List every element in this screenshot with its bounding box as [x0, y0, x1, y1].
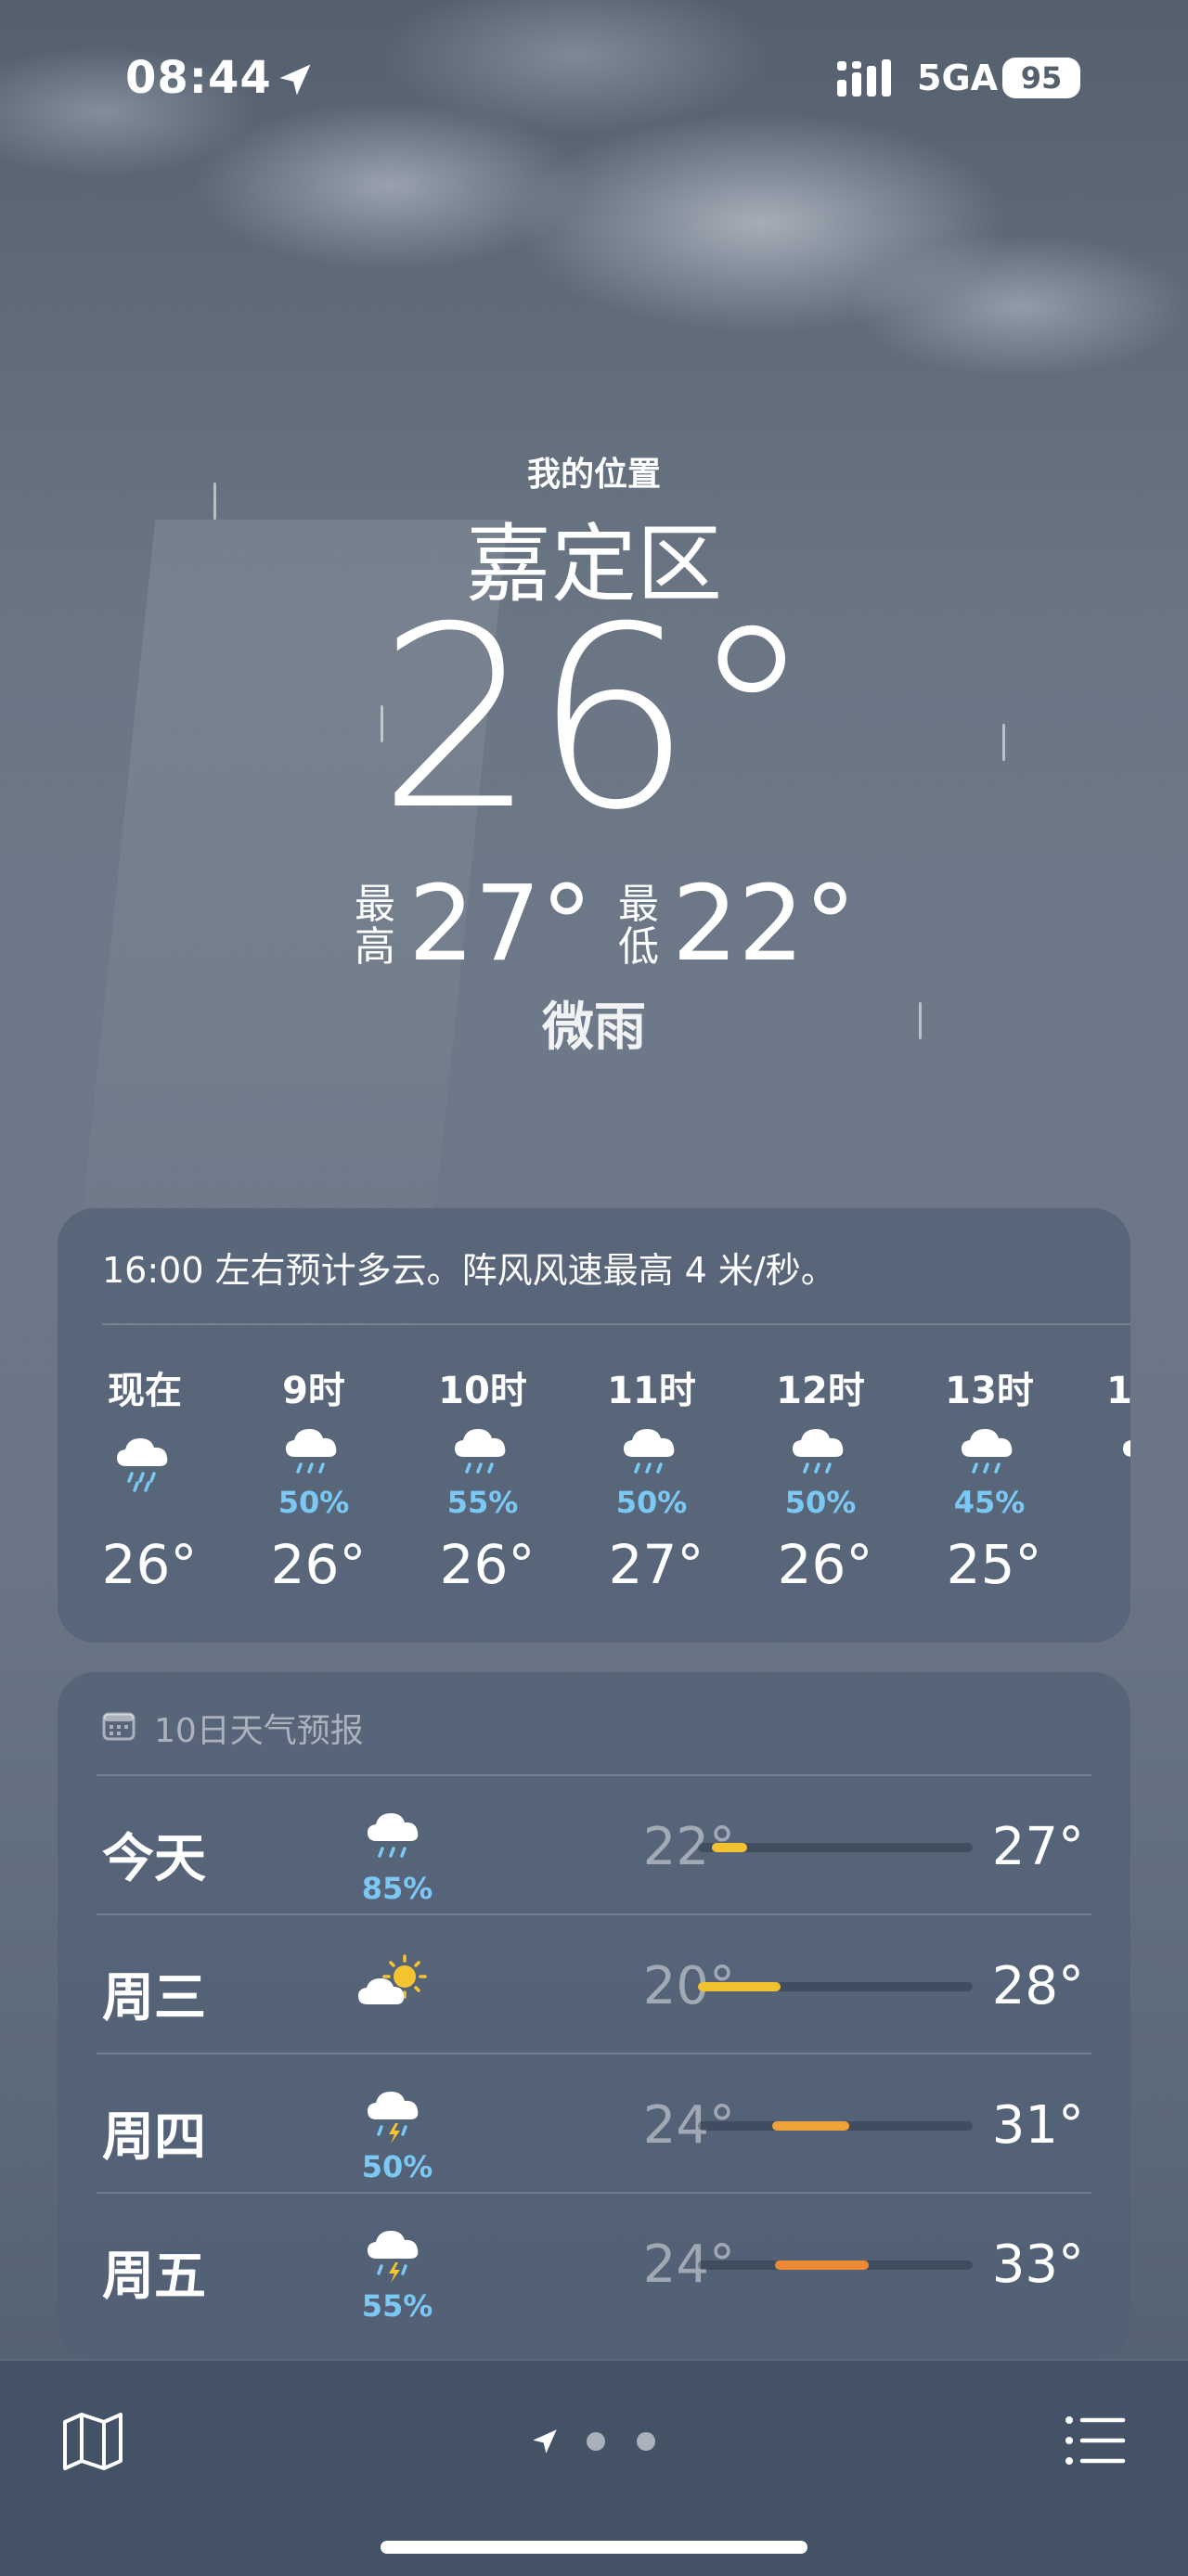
location-arrow-icon: [533, 2429, 557, 2454]
hour-temperature: 25°: [946, 1533, 1042, 1596]
hour-label: 14时: [1106, 1370, 1130, 1412]
divider: [102, 1323, 1130, 1325]
precip-chance: 50%: [615, 1485, 688, 1520]
precip-chance: 55%: [446, 1485, 519, 1520]
hour-temperature: 26°: [270, 1533, 367, 1596]
temperature-range-fill: [698, 1982, 781, 1991]
high-temperature: 27°: [408, 864, 593, 985]
daily-row: 今天 85% 22° 27°: [58, 1774, 1130, 1913]
temperature-range-fill: [774, 2260, 869, 2270]
hour-label: 11时: [607, 1370, 696, 1412]
precip-chance: 50%: [278, 1485, 350, 1520]
page-dot[interactable]: [587, 2432, 605, 2451]
low-temperature: 22°: [672, 864, 857, 985]
daily-row: 周五 55% 24° 33°: [58, 2192, 1130, 2331]
divider: [97, 1913, 1091, 1915]
divider: [97, 2192, 1091, 2194]
weather-condition: 微雨: [542, 998, 646, 1058]
home-indicator: [381, 2541, 807, 2554]
precip-chance: 50%: [361, 2149, 433, 2184]
rain-cloud-icon: [368, 1813, 419, 1858]
temperature-range-fill: [771, 2121, 849, 2131]
temperature-range-bar: [698, 1982, 973, 1991]
daily-row: 周四 50% 24° 31°: [58, 2053, 1130, 2192]
day-label: 周四: [102, 2107, 206, 2168]
high-temp: 33°: [991, 2235, 1084, 2295]
location-arrow-icon: [279, 64, 311, 96]
low-label: 最低: [618, 881, 659, 971]
divider: [97, 2053, 1091, 2054]
hour-temperature: 27°: [608, 1533, 704, 1596]
rain-cloud-icon: [286, 1429, 337, 1474]
precip-chance: 4: [1095, 1485, 1130, 1520]
page-dot[interactable]: [637, 2432, 655, 2451]
map-icon[interactable]: [59, 2407, 126, 2474]
rain-cloud-icon: [624, 1429, 675, 1474]
precip-chance: 85%: [361, 1871, 433, 1906]
hour-temperature: 26°: [101, 1533, 198, 1596]
precip-chance: 45%: [953, 1485, 1026, 1520]
temperature-range-bar: [698, 2260, 973, 2270]
hour-temperature: 26°: [777, 1533, 873, 1596]
high-label: 最高: [355, 881, 395, 971]
high-temp: 27°: [991, 1817, 1084, 1877]
partly-sunny-icon: [358, 1954, 427, 2004]
hourly-forecast-card[interactable]: 16:00 左右预计多云。阵风风速最高 4 米/秒。 现在 26° 9时 50%…: [58, 1208, 1130, 1642]
day-label: 周五: [102, 2247, 206, 2307]
page-indicator[interactable]: [520, 2416, 668, 2463]
divider: [97, 1774, 1091, 1776]
daily-row: 周三 20° 28°: [58, 1913, 1130, 2053]
battery-indicator: 95: [1002, 58, 1080, 98]
high-temp: 28°: [991, 1956, 1084, 2016]
my-location-label: 我的位置: [526, 456, 661, 494]
hour-label: 现在: [108, 1370, 182, 1412]
status-time: 08:44: [125, 52, 272, 104]
ten-day-title: 10日天气预报: [154, 1712, 364, 1750]
signal-icon: [837, 59, 891, 97]
thunderstorm-icon: [368, 2092, 419, 2144]
hour-temperature: 2: [1095, 1533, 1130, 1596]
hour-temperature: 26°: [439, 1533, 536, 1596]
hour-label: 9时: [282, 1370, 345, 1412]
hour-label: 13时: [945, 1370, 1034, 1412]
precip-chance: 50%: [784, 1485, 857, 1520]
bottom-toolbar: [0, 2359, 1188, 2576]
calendar-icon: [102, 1712, 136, 1741]
ten-day-forecast-card[interactable]: 10日天气预报 今天 85% 22° 27° 周三 20° 28° 周四 50%…: [58, 1672, 1130, 2359]
network-type: 5GA: [917, 58, 999, 98]
day-label: 今天: [102, 1829, 206, 1889]
rain-cloud-icon: [793, 1429, 844, 1474]
hour-label: 12时: [776, 1370, 865, 1412]
temperature-range-bar: [698, 2121, 973, 2131]
day-label: 周三: [102, 1968, 206, 2029]
status-bar: 08:44 5GA 95: [0, 0, 1188, 158]
rain-cloud-icon: [455, 1429, 506, 1474]
high-temp: 31°: [991, 2095, 1084, 2156]
rain-cloud-icon: [962, 1429, 1013, 1474]
hour-label: 10时: [438, 1370, 527, 1412]
rain-cloud-icon: [117, 1438, 168, 1492]
temperature-range-fill: [711, 1843, 748, 1852]
current-temperature: 26°: [377, 573, 815, 865]
precip-chance: 55%: [361, 2288, 433, 2324]
temperature-range-bar: [698, 1843, 973, 1852]
list-icon[interactable]: [1062, 2407, 1129, 2474]
rain-cloud-icon: [1123, 1440, 1130, 1457]
thunderstorm-icon: [368, 2231, 419, 2283]
forecast-summary: 16:00 左右预计多云。阵风风速最高 4 米/秒。: [102, 1250, 836, 1291]
